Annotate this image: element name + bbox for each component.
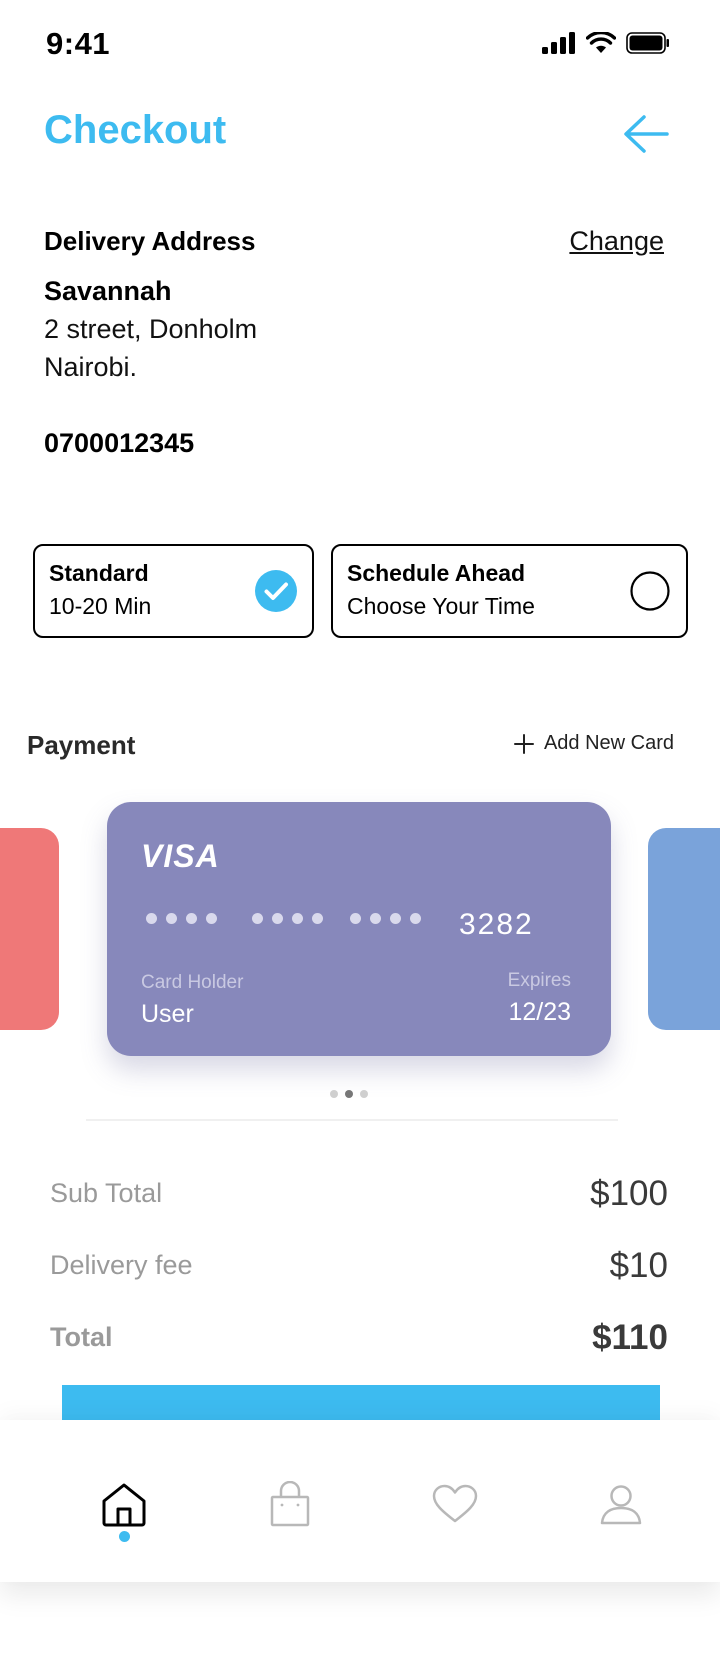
- option-subtitle: 10-20 Min: [49, 593, 152, 619]
- address-phone: 0700012345: [44, 428, 195, 458]
- pager-dot-active[interactable]: [345, 1090, 353, 1098]
- card-number-mask: [252, 913, 323, 924]
- nav-home[interactable]: [98, 1478, 150, 1530]
- payment-card-visa[interactable]: VISA 3282 Card Holder User Expires 12/23: [107, 802, 611, 1056]
- total-value: $110: [592, 1318, 668, 1357]
- card-pager: [330, 1090, 368, 1098]
- bottom-nav: [0, 1420, 720, 1582]
- shopping-bag-icon: [270, 1481, 310, 1527]
- nav-profile[interactable]: [595, 1478, 647, 1530]
- delivery-option-standard[interactable]: Standard 10-20 Min: [33, 544, 314, 638]
- status-bar: 9:41: [0, 0, 720, 92]
- visa-logo: VISA: [141, 838, 220, 874]
- change-address-link[interactable]: Change: [569, 226, 664, 257]
- nav-favorites[interactable]: [429, 1478, 481, 1530]
- checked-radio-icon[interactable]: [255, 570, 297, 612]
- nav-cart[interactable]: [264, 1478, 316, 1530]
- card-number-mask: [350, 913, 421, 924]
- card-last-digits: 3282: [459, 908, 534, 941]
- status-time: 9:41: [46, 26, 111, 61]
- delivery-fee-label: Delivery fee: [50, 1250, 193, 1280]
- subtotal-value: $100: [590, 1174, 668, 1213]
- pager-dot[interactable]: [330, 1090, 338, 1098]
- delivery-option-schedule[interactable]: Schedule Ahead Choose Your Time: [331, 544, 688, 638]
- active-tab-indicator: [119, 1531, 130, 1542]
- card-expires-value: 12/23: [508, 998, 571, 1026]
- delivery-fee-value: $10: [609, 1246, 668, 1285]
- option-subtitle: Choose Your Time: [347, 593, 535, 619]
- address-name: Savannah: [44, 276, 172, 306]
- address-line-2: Nairobi.: [44, 352, 138, 382]
- back-button[interactable]: [620, 108, 672, 160]
- plus-icon: [513, 733, 534, 754]
- signal-icon: [542, 32, 575, 54]
- status-icons: [542, 32, 670, 54]
- card-holder-name: User: [141, 1000, 194, 1028]
- arrow-left-icon: [624, 115, 669, 153]
- total-label: Total: [50, 1322, 113, 1352]
- payment-heading: Payment: [27, 730, 136, 760]
- add-new-card-label: Add New Card: [543, 732, 674, 754]
- battery-icon: [626, 32, 669, 54]
- card-number-mask: [146, 913, 217, 924]
- card-expires-label: Expires: [507, 970, 571, 991]
- divider: [86, 1119, 618, 1121]
- profile-icon: [600, 1485, 642, 1525]
- option-title: Standard: [49, 560, 149, 586]
- heart-icon: [432, 1484, 478, 1523]
- unchecked-radio-icon[interactable]: [629, 570, 671, 612]
- checkout-button[interactable]: [62, 1385, 660, 1425]
- payment-card-next[interactable]: [648, 828, 720, 1030]
- payment-card-previous[interactable]: [0, 828, 59, 1030]
- address-line-1: 2 street, Donholm: [44, 314, 258, 344]
- add-new-card-button[interactable]: Add New Card: [513, 732, 674, 755]
- page-title: Checkout: [44, 108, 227, 152]
- subtotal-label: Sub Total: [50, 1178, 163, 1208]
- option-title: Schedule Ahead: [347, 560, 526, 586]
- wifi-icon: [586, 32, 616, 53]
- pager-dot[interactable]: [360, 1090, 368, 1098]
- home-icon: [102, 1483, 146, 1527]
- delivery-address-heading: Delivery Address: [44, 226, 256, 256]
- card-holder-label: Card Holder: [141, 972, 244, 993]
